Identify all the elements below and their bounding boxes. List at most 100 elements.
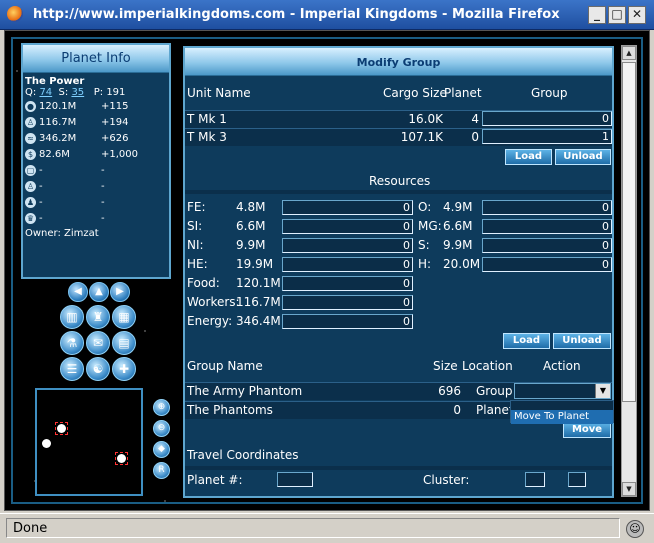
units-load-button[interactable]: Load [505, 149, 552, 165]
resource-input[interactable]: 0 [282, 295, 413, 310]
status-bar: Done ☺ [0, 513, 654, 543]
castle-icon[interactable]: ♜ [86, 305, 110, 329]
plus-icon[interactable]: ✚ [112, 357, 136, 381]
resource-label: H: [418, 257, 432, 271]
col-unit-name: Unit Name [187, 86, 251, 100]
action-select[interactable]: ▼ [514, 383, 611, 399]
page-viewport: Planet Info The Power Q: 74 S: 35 P: 191… [4, 30, 650, 511]
planet-resource-row: ≈346.2M +626 [23, 130, 169, 146]
resource-amount: 9.9M [236, 238, 266, 252]
nav-up-button[interactable]: ▲ [89, 282, 109, 302]
resources-header: Resources [369, 174, 431, 188]
cluster-x-input[interactable] [525, 472, 545, 487]
resource-amount: 346.2M [39, 132, 77, 144]
resource-label: NI: [187, 238, 204, 252]
energy-icon: ≈ [25, 132, 36, 144]
q-value-link[interactable]: 74 [39, 87, 52, 98]
chevron-down-icon[interactable]: ▼ [595, 384, 610, 398]
minimize-button[interactable]: _ [588, 6, 606, 24]
planet-resource-list: ● 120.1M +115 ♙ 116.7M +194 ≈346.2M +626 $82.6M +… [23, 98, 169, 226]
resources-load-button[interactable]: Load [503, 333, 550, 349]
firefox-icon [7, 6, 23, 22]
resource-input[interactable]: 0 [282, 257, 413, 272]
zoom-out-icon[interactable]: ⊖ [153, 420, 170, 437]
resource-delta: +626 [101, 132, 129, 144]
scroll-down-icon[interactable]: ▼ [622, 482, 636, 496]
cluster-y-input[interactable] [568, 472, 586, 487]
yin-yang-icon[interactable]: ☯ [86, 357, 110, 381]
flask-icon[interactable]: ⚗ [60, 331, 84, 355]
move-button[interactable]: Move [563, 422, 611, 438]
resource-input[interactable]: 0 [282, 200, 413, 215]
status-face-icon: ☺ [626, 520, 644, 538]
nav-right-button[interactable]: ▶ [110, 282, 130, 302]
reset-view-icon[interactable]: R [153, 462, 170, 479]
nav-left-button[interactable]: ◀ [68, 282, 88, 302]
scroll-up-icon[interactable]: ▲ [622, 46, 636, 60]
factory-icon[interactable]: ▥ [60, 305, 84, 329]
minimap-planet[interactable] [42, 439, 51, 448]
modify-group-header: Modify Group [185, 48, 612, 76]
unit-group-input[interactable]: 0 [482, 111, 612, 126]
group-size: 696 [438, 384, 461, 398]
resource-input[interactable]: 0 [282, 238, 413, 253]
resource-amount: 4.9M [443, 200, 473, 214]
zoom-in-icon[interactable]: ⊕ [153, 399, 170, 416]
resource-amount: 120.1M [236, 276, 281, 290]
crown-icon: ♛ [25, 212, 36, 224]
action-dropdown-list: Move To Planet [510, 400, 614, 424]
q-label: Q: [25, 87, 37, 98]
planet-resource-row: $82.6M +1,000 [23, 146, 169, 162]
resource-input[interactable]: 0 [482, 219, 612, 234]
galaxy-minimap[interactable] [35, 388, 143, 496]
resource-amount: 19.9M [236, 257, 274, 271]
page-scrollbar[interactable]: ▲ ▼ [621, 45, 637, 497]
s-value-link[interactable]: 35 [71, 87, 84, 98]
planet-resource-row: ♟ - - [23, 194, 169, 210]
planet-name: The Power [25, 76, 85, 87]
calculator-icon[interactable]: ▤ [112, 331, 136, 355]
planet-stats: Q: 74 S: 35 P: 191 [23, 87, 169, 98]
resource-amount: - [39, 196, 43, 208]
planet-info-panel: Planet Info The Power Q: 74 S: 35 P: 191… [21, 43, 171, 279]
resource-delta: +1,000 [101, 148, 139, 160]
soldier-icon: ♟ [25, 196, 36, 208]
center-view-icon[interactable]: ◆ [153, 441, 170, 458]
planet-resource-row: ● 120.1M +115 [23, 98, 169, 114]
maximize-button[interactable]: □ [608, 6, 626, 24]
cluster-label: Cluster: [423, 473, 470, 487]
planet-number-input[interactable] [277, 472, 313, 487]
unit-planet: 0 [471, 130, 479, 144]
resource-amount: 82.6M [39, 148, 70, 160]
unit-cargo: 16.0K [408, 112, 443, 126]
resource-input[interactable]: 0 [482, 238, 612, 253]
resource-input[interactable]: 0 [482, 200, 612, 215]
planet-resource-row: ♙ - - [23, 178, 169, 194]
resources-divider [185, 190, 612, 194]
unit-group-input[interactable]: 1 [482, 129, 612, 144]
sliders-icon[interactable]: ☰ [60, 357, 84, 381]
resource-input[interactable]: 0 [482, 257, 612, 272]
col-action: Action [543, 359, 581, 373]
resource-input[interactable]: 0 [282, 219, 413, 234]
units-unload-button[interactable]: Unload [555, 149, 611, 165]
resource-label: Energy: [187, 314, 233, 328]
resource-input[interactable]: 0 [282, 276, 413, 291]
resources-unload-button[interactable]: Unload [553, 333, 611, 349]
resource-amount: 9.9M [443, 238, 473, 252]
resource-amount: - [39, 164, 43, 176]
close-button[interactable]: ✕ [628, 6, 646, 24]
travel-coordinates-header: Travel Coordinates [187, 448, 299, 462]
planet-resource-row: ▢ - - [23, 162, 169, 178]
resource-delta: +115 [101, 100, 129, 112]
resource-delta: - [101, 212, 105, 224]
p-label: P: [93, 87, 104, 98]
city-icon[interactable]: ▦ [112, 305, 136, 329]
modify-group-panel: Modify Group Unit Name Cargo Size Planet… [183, 46, 614, 498]
mail-icon[interactable]: ✉ [86, 331, 110, 355]
resource-input[interactable]: 0 [282, 314, 413, 329]
window-titlebar: http://www.imperialkingdoms.com - Imperi… [0, 0, 654, 30]
scrollbar-thumb[interactable] [622, 62, 636, 402]
dropdown-option-move-to-planet[interactable]: Move To Planet [511, 410, 613, 424]
minimap-selection-marker [115, 452, 128, 465]
